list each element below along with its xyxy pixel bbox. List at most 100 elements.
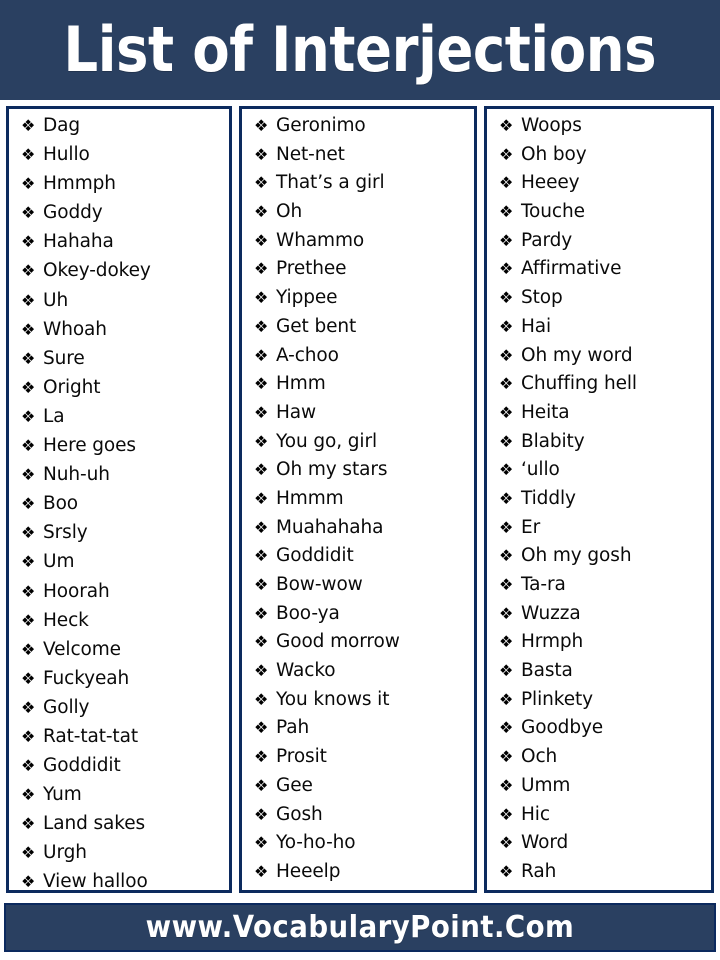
list-item: ❖ Oh my gosh — [487, 545, 711, 574]
diamond-bullet-icon: ❖ — [21, 261, 36, 281]
interjection-word: Word — [521, 832, 569, 854]
interjection-word: Pardy — [521, 229, 573, 251]
interjection-word: Oh — [276, 201, 303, 223]
diamond-bullet-icon: ❖ — [21, 814, 36, 834]
list-item: ❖ Touche — [487, 201, 711, 230]
diamond-bullet-icon: ❖ — [499, 116, 514, 135]
interjection-word: Umm — [521, 774, 571, 796]
list-item: ❖ Net-net — [242, 144, 474, 173]
diamond-bullet-icon: ❖ — [499, 144, 514, 164]
interjection-word: Golly — [43, 696, 90, 718]
list-item: ❖ Tiddly — [487, 488, 711, 517]
interjection-word: Woops — [521, 115, 582, 136]
diamond-bullet-icon: ❖ — [21, 348, 36, 368]
diamond-bullet-icon: ❖ — [499, 603, 514, 623]
diamond-bullet-icon: ❖ — [499, 632, 514, 652]
diamond-bullet-icon: ❖ — [254, 202, 269, 222]
diamond-bullet-icon: ❖ — [254, 374, 269, 394]
diamond-bullet-icon: ❖ — [21, 523, 36, 543]
interjection-word: Rah — [521, 860, 557, 882]
diamond-bullet-icon: ❖ — [254, 603, 269, 623]
list-item: ❖ Get bent — [242, 316, 474, 345]
interjection-word: Yum — [43, 784, 82, 806]
diamond-bullet-icon: ❖ — [21, 116, 36, 135]
diamond-bullet-icon: ❖ — [499, 747, 514, 767]
list-item: ❖ Chuffing hell — [487, 373, 711, 402]
interjection-word: Goodbye — [521, 717, 604, 739]
diamond-bullet-icon: ❖ — [21, 319, 36, 339]
interjection-word: Stop — [521, 287, 563, 309]
interjection-word: Prosit — [276, 746, 327, 768]
interjection-word: Hahaha — [43, 231, 114, 253]
diamond-bullet-icon: ❖ — [499, 775, 514, 795]
interjection-word: Good morrow — [276, 631, 400, 653]
diamond-bullet-icon: ❖ — [499, 861, 514, 881]
interjection-word: La — [43, 405, 65, 427]
interjection-word: Yippee — [276, 287, 338, 309]
list-item: ❖ Sure — [9, 348, 229, 377]
interjection-word: Rat-tat-tat — [43, 725, 138, 747]
list-item: ❖ Ta-ra — [487, 574, 711, 603]
interjection-word: Oh my stars — [276, 459, 388, 481]
list-item: ❖ Word — [487, 832, 711, 861]
footer-banner: www.VocabularyPoint.Com — [4, 903, 716, 952]
list-item: ❖ Hic — [487, 804, 711, 833]
interjection-word: Tiddly — [521, 487, 576, 509]
interjection-word: Oright — [43, 376, 101, 398]
list-item: ❖ Och — [487, 746, 711, 775]
list-item: ❖ Hai — [487, 316, 711, 345]
diamond-bullet-icon: ❖ — [21, 697, 36, 717]
interjection-word: Plinkety — [521, 688, 593, 710]
list-item: ❖ Basta — [487, 660, 711, 689]
interjection-word: Goddy — [43, 202, 103, 224]
list-item: ❖ Haw — [242, 402, 474, 431]
list-item: ❖ Hahaha — [9, 231, 229, 260]
diamond-bullet-icon: ❖ — [254, 345, 269, 365]
diamond-bullet-icon: ❖ — [254, 116, 269, 135]
list-item: ❖ Dag — [9, 115, 229, 144]
diamond-bullet-icon: ❖ — [21, 145, 36, 165]
interjection-word: Hic — [521, 803, 550, 825]
list-item: ❖ Er — [487, 517, 711, 546]
list-item: ❖ Gosh — [242, 804, 474, 833]
diamond-bullet-icon: ❖ — [254, 460, 269, 480]
word-column-3: ❖ Woops ❖ Oh boy ❖ Heeey ❖ Touche ❖ Pardy ❖ Affirma… — [484, 106, 714, 893]
interjection-word: Bow-wow — [276, 574, 363, 595]
interjection-word: Och — [521, 746, 558, 768]
diamond-bullet-icon: ❖ — [254, 775, 269, 795]
list-item: ❖ Uh — [9, 290, 229, 319]
diamond-bullet-icon: ❖ — [254, 402, 269, 422]
diamond-bullet-icon: ❖ — [499, 374, 514, 394]
list-item: ❖ Prosit — [242, 746, 474, 775]
list-item: ❖ Here goes — [9, 435, 229, 464]
list-item: ❖ Goodbye — [487, 717, 711, 746]
interjection-word: Get bent — [276, 315, 357, 337]
interjection-word: View halloo — [43, 871, 148, 893]
diamond-bullet-icon: ❖ — [499, 316, 514, 336]
interjection-word: Yo-ho-ho — [276, 832, 356, 854]
interjection-word: Basta — [521, 660, 573, 682]
list-item: ❖ Hullo — [9, 144, 229, 173]
diamond-bullet-icon: ❖ — [21, 232, 36, 252]
header-banner: List of Interjections — [0, 0, 720, 100]
list-item: ❖ Geronimo — [242, 115, 474, 144]
poster: List of Interjections ❖ Dag ❖ Hullo ❖ Hmmph ❖ G… — [0, 0, 720, 960]
interjection-word: ‘ullo — [521, 459, 560, 481]
interjection-word: Net-net — [276, 143, 345, 165]
list-item: ❖ View halloo — [9, 871, 229, 893]
list-item: ❖ Whammo — [242, 230, 474, 259]
diamond-bullet-icon: ❖ — [21, 843, 36, 863]
list-item: ❖ Golly — [9, 697, 229, 726]
interjection-word: Heck — [43, 609, 89, 631]
interjection-word: Velcome — [43, 638, 121, 660]
interjection-word: Whoah — [43, 318, 107, 340]
list-item: ❖ Oh — [242, 201, 474, 230]
interjection-word: Oh my gosh — [521, 545, 632, 567]
interjection-word: Pah — [276, 717, 310, 739]
list-item: ❖ Srsly — [9, 522, 229, 551]
diamond-bullet-icon: ❖ — [499, 259, 514, 279]
diamond-bullet-icon: ❖ — [254, 517, 269, 537]
diamond-bullet-icon: ❖ — [499, 517, 514, 537]
diamond-bullet-icon: ❖ — [21, 785, 36, 805]
diamond-bullet-icon: ❖ — [254, 173, 269, 193]
